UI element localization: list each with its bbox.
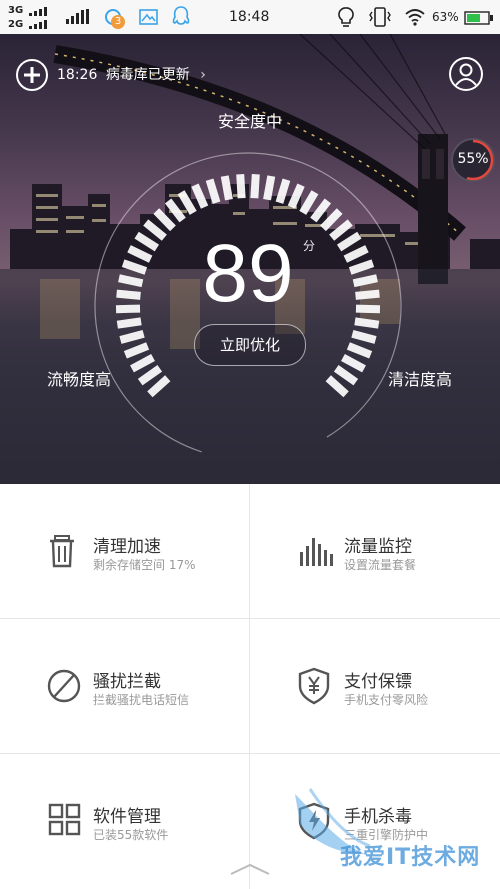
gauge-tick [354,317,380,329]
gauge-tick [119,329,145,344]
user-profile-icon[interactable] [448,56,484,92]
status-bar: 3G 2G 3 18:48 63% [0,0,500,34]
image-icon [139,9,158,25]
update-time: 18:26 [57,67,98,83]
safety-level-label: 安全度中 [217,112,282,131]
traffic-bars-icon [300,538,333,566]
gauge-tick [299,190,319,215]
gauge-tick [325,375,349,398]
virus-db-update-status[interactable]: 18:26 病毒库已更新 › [57,64,206,84]
score-unit: 分 [303,239,316,253]
gauge-tick [127,245,153,263]
tile-title: 软件管理 [93,807,161,827]
tile-payment-guard[interactable]: 支付保镖 手机支付零风险 [251,619,500,753]
signal-icon [29,7,47,29]
divider [249,484,250,889]
qq-icon [172,6,190,25]
gauge-tick [348,259,375,275]
gauge-tick [134,231,160,252]
tile-title: 支付保镖 [344,672,412,692]
gauge-tick [118,274,144,288]
chevron-up-icon[interactable] [229,862,271,876]
add-icon[interactable] [15,58,49,92]
smoothness-label: 流畅度高 [47,370,112,389]
tile-title: 清理加速 [93,537,161,557]
gauge-tick [287,183,305,209]
gauge-tick [351,329,377,344]
clock: 18:48 [229,9,270,25]
battery-percent: 63% [432,10,459,24]
gauge-tick [275,178,291,204]
network-type-bottom: 2G [8,19,24,30]
update-text: 病毒库已更新 [105,67,190,83]
gauge-tick [250,173,260,199]
gauge-tick [137,365,163,386]
gauge-tick [115,304,141,314]
gauge-tick [116,317,142,329]
gauge-tick [341,353,366,373]
gauge-tick [310,198,332,223]
gauge-tick [333,365,359,386]
apps-grid-icon [48,803,81,836]
watermark-wings-logo [295,788,371,854]
gauge-tick [121,259,148,275]
gauge-tick [352,274,378,288]
watermark-text: 我爱IT技术网 [340,845,481,870]
gauge-tick [236,173,246,199]
signal-icon [66,9,89,24]
gauge-tick [355,289,380,300]
block-icon [47,669,81,703]
tile-subtitle: 拦截骚扰电话短信 [93,693,190,707]
gauge-tick [116,289,141,300]
tile-subtitle: 手机支付零风险 [344,693,429,707]
tile-harassment-block[interactable]: 骚扰拦截 拦截骚扰电话短信 [0,619,249,753]
gauge-tick [205,178,221,204]
optimize-now-button[interactable]: 立即优化 [194,324,306,366]
memory-usage-indicator[interactable]: 55% [450,137,496,183]
gauge-tick [123,342,150,359]
tile-app-manager[interactable]: 软件管理 已装55款软件 [0,754,249,888]
gauge-tick [130,353,155,373]
vibrate-icon [369,7,391,27]
gauge-tick [343,245,369,263]
gauge-tick [147,375,171,398]
gauge-tick [346,342,373,359]
gauge-tick [263,175,276,201]
yuan-shield-icon [298,667,330,705]
tile-subtitle: 设置流量套餐 [344,558,417,572]
security-hero-panel: 18:26 病毒库已更新 › 55% 安全度中 89 分 立即优化 流畅度高 清… [0,34,500,484]
bulb-icon [338,7,354,27]
tile-subtitle: 已装55款软件 [93,828,169,842]
gauge-tick [191,183,209,209]
trash-icon [50,535,74,568]
tile-cleanup-speedup[interactable]: 清理加速 剩余存储空间 17% [0,484,249,618]
gauge-tick [336,231,362,252]
gauge-tick [355,304,381,314]
feature-grid: 清理加速 剩余存储空间 17% 流量监控 设置流量套餐 骚扰拦截 拦截骚扰电话短… [0,484,500,889]
gauge-tick [164,198,186,223]
chevron-right-icon: › [200,67,206,83]
battery-icon [464,11,493,25]
network-type-top: 3G [8,5,24,16]
memory-percent: 55% [457,151,489,167]
notification-badge: 3 [111,15,125,29]
tile-title: 流量监控 [344,537,412,557]
gauge-tick [177,190,197,215]
tile-subtitle: 剩余存储空间 17% [93,558,196,572]
cleanliness-label: 清洁度高 [388,370,453,389]
gauge-tick [220,175,233,201]
tile-traffic-monitor[interactable]: 流量监控 设置流量套餐 [251,484,500,618]
tile-title: 骚扰拦截 [93,672,161,692]
wifi-icon [405,9,425,26]
